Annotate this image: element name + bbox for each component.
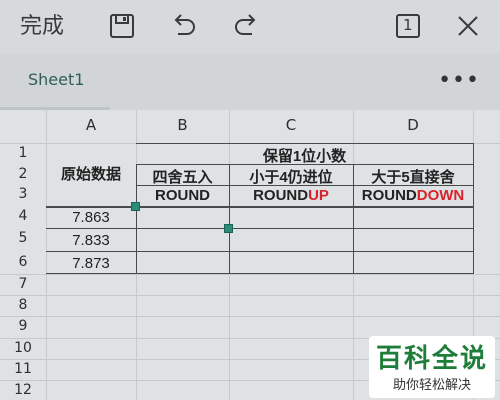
- row-header-8[interactable]: 8: [0, 297, 46, 313]
- cell-d3-func-red: DOWN: [416, 187, 465, 204]
- table-border: [46, 251, 473, 252]
- done-button[interactable]: 完成: [20, 8, 64, 40]
- row-header-6[interactable]: 6: [0, 254, 46, 270]
- row-header-12[interactable]: 12: [0, 382, 46, 398]
- cell-d3-function[interactable]: ROUNDDOWN: [353, 187, 473, 204]
- row-header-5[interactable]: 5: [0, 230, 46, 246]
- cell-c3-func-red: UP: [308, 187, 329, 204]
- sheet-count-number: 1: [403, 16, 413, 34]
- gridline: [0, 316, 500, 317]
- row-header-1[interactable]: 1: [0, 145, 46, 161]
- column-header-c[interactable]: C: [229, 116, 353, 134]
- cell-d2-title[interactable]: 大于5直接舍: [353, 166, 473, 187]
- watermark-title: 百科全说: [375, 344, 488, 374]
- sheet-tab-bar: Sheet1 •••: [0, 54, 500, 110]
- cell-b3-function[interactable]: ROUND: [136, 187, 229, 204]
- cell-c3-function[interactable]: ROUNDUP: [229, 187, 353, 204]
- cell-a2-original-data-header[interactable]: 原始数据: [46, 164, 136, 186]
- cell-d3-func-black: ROUND: [361, 187, 417, 204]
- table-border: [46, 206, 473, 208]
- watermark-logo: 百科全说 助你轻松解决: [369, 336, 495, 398]
- row-header-11[interactable]: 11: [0, 361, 46, 377]
- row-header-3[interactable]: 3: [0, 186, 46, 202]
- row-header-4[interactable]: 4: [0, 208, 46, 224]
- cell-a5-value[interactable]: 7.833: [46, 232, 136, 249]
- table-border: [473, 143, 474, 274]
- save-icon[interactable]: [106, 10, 138, 42]
- row-header-9[interactable]: 9: [0, 318, 46, 334]
- column-header-d[interactable]: D: [353, 116, 473, 134]
- gridline: [0, 295, 500, 296]
- sheet-tab-sheet1[interactable]: Sheet1: [0, 54, 110, 110]
- undo-icon[interactable]: [168, 10, 200, 42]
- row-header-2[interactable]: 2: [0, 166, 46, 182]
- table-border: [136, 143, 473, 144]
- table-border: [46, 228, 473, 229]
- watermark-subtitle: 助你轻松解决: [392, 378, 471, 393]
- cell-c3-func-black: ROUND: [253, 187, 309, 204]
- selection-handle-start[interactable]: [131, 202, 140, 211]
- cell-a4-value[interactable]: 7.863: [46, 209, 136, 226]
- cell-b2-title[interactable]: 四舍五入: [136, 166, 229, 187]
- cell-b1-group-header[interactable]: 保留1位小数: [136, 145, 473, 166]
- selection-handle-end[interactable]: [224, 224, 233, 233]
- row-header-7[interactable]: 7: [0, 276, 46, 292]
- column-header-a[interactable]: A: [46, 116, 136, 134]
- gridline: [0, 274, 500, 275]
- top-toolbar: 完成 1: [0, 0, 500, 54]
- cell-c2-title[interactable]: 小于4仍进位: [229, 166, 353, 187]
- cell-a6-value[interactable]: 7.873: [46, 255, 136, 272]
- row-header-10[interactable]: 10: [0, 340, 46, 356]
- more-menu-icon[interactable]: •••: [438, 68, 480, 93]
- close-icon[interactable]: [452, 10, 484, 42]
- redo-icon[interactable]: [230, 10, 262, 42]
- table-border: [46, 273, 473, 274]
- sheet-tab-label: Sheet1: [28, 70, 85, 89]
- column-header-b[interactable]: B: [136, 116, 229, 134]
